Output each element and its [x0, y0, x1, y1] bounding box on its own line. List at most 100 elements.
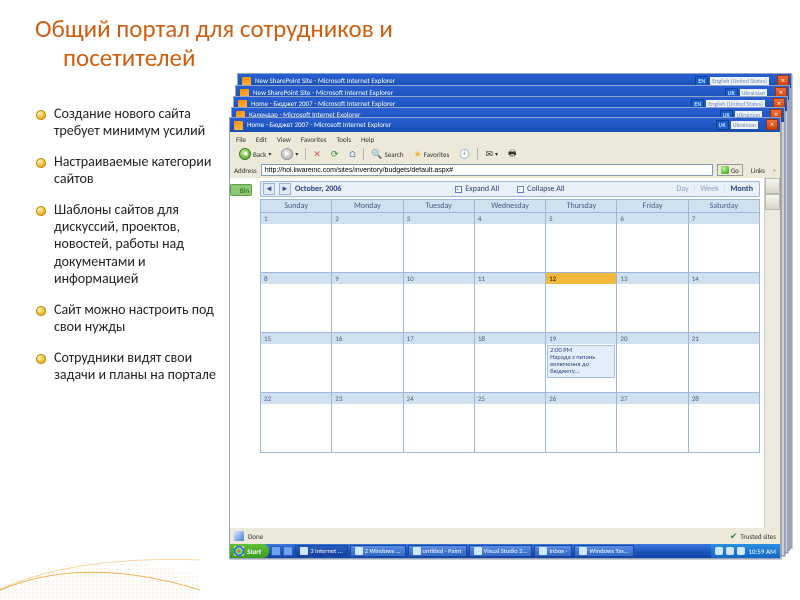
expand-all-button[interactable]: +Expand All: [455, 184, 499, 194]
calendar-header: Tuesday: [404, 199, 475, 213]
menu-item[interactable]: Favorites: [301, 135, 327, 144]
day-body: [332, 404, 402, 452]
favorites-button[interactable]: ★Favorites: [411, 149, 453, 160]
calendar-day[interactable]: 24: [404, 393, 475, 453]
menu-item[interactable]: Edit: [256, 135, 267, 144]
calendar-day[interactable]: 9: [332, 273, 403, 333]
calendar-day[interactable]: 16: [332, 333, 403, 393]
task-label: Windows Tas...: [589, 547, 628, 555]
calendar-day[interactable]: 21: [689, 333, 760, 393]
tray-icon[interactable]: [726, 547, 734, 555]
calendar-day[interactable]: 13: [617, 273, 688, 333]
calendar-day[interactable]: 5: [546, 213, 617, 273]
stop-button[interactable]: ✕: [310, 149, 324, 160]
bullet-icon: [36, 158, 46, 168]
day-number: 19: [546, 333, 616, 344]
day-number: 27: [617, 393, 687, 404]
day-number: 2: [332, 213, 402, 224]
back-button[interactable]: ◄Back▾: [236, 148, 274, 160]
taskbar-task[interactable]: Inbox -: [534, 545, 572, 557]
start-button[interactable]: Start: [230, 544, 269, 558]
calendar-day[interactable]: 1: [260, 213, 332, 273]
home-button[interactable]: ⌂: [345, 149, 359, 160]
calendar-day[interactable]: 15: [260, 333, 332, 393]
calendar-day[interactable]: 12: [546, 273, 617, 333]
tray-icon[interactable]: [737, 547, 745, 555]
calendar-day[interactable]: 25: [475, 393, 546, 453]
print-button[interactable]: 🖶: [505, 146, 520, 162]
calendar-day[interactable]: 192:00 PMНарада з питань включення до бю…: [546, 333, 617, 393]
close-icon[interactable]: ×: [766, 119, 778, 130]
calendar-day[interactable]: 23: [332, 393, 403, 453]
bullet-icon: [36, 110, 46, 120]
calendar-day[interactable]: 2: [332, 213, 403, 273]
next-month-button[interactable]: ►: [279, 183, 291, 195]
calendar-event[interactable]: 2:00 PMНарада з питань включення до бюдж…: [547, 345, 615, 378]
menu-item[interactable]: File: [236, 135, 246, 144]
history-button[interactable]: 🕘: [456, 149, 473, 160]
calendar-day[interactable]: 22: [260, 393, 332, 453]
calendar-day[interactable]: 20: [617, 333, 688, 393]
day-number: 6: [617, 213, 687, 224]
recycle-bin[interactable]: Bin: [230, 184, 252, 196]
calendar-day[interactable]: 26: [546, 393, 617, 453]
taskbar-task[interactable]: 2 Windows ...: [350, 545, 406, 557]
bullet-item: Настраиваемые категории сайтов: [36, 153, 221, 187]
taskbar-task[interactable]: untitled - Paint: [408, 545, 467, 557]
search-button[interactable]: 🔍Search: [368, 149, 406, 160]
view-day[interactable]: Day: [676, 184, 688, 194]
calendar-header: Monday: [332, 199, 403, 213]
day-number: 26: [546, 393, 616, 404]
calendar-day[interactable]: 14: [689, 273, 760, 333]
forward-button[interactable]: ►▾: [278, 148, 301, 160]
taskbar-task[interactable]: 3 Internet ...: [295, 545, 348, 557]
calendar-day[interactable]: 10: [404, 273, 475, 333]
links-label[interactable]: Links: [747, 166, 769, 175]
day-body: 2:00 PMНарада з питань включення до бюдж…: [546, 344, 616, 392]
day-number: 4: [475, 213, 545, 224]
refresh-button[interactable]: ⟳: [328, 149, 342, 160]
taskbar-task[interactable]: Windows Tas...: [574, 545, 633, 557]
day-body: [689, 224, 759, 272]
calendar-day[interactable]: 3: [404, 213, 475, 273]
menu-bar: File Edit View Favorites Tools Help: [230, 132, 780, 146]
calendar-day[interactable]: 11: [475, 273, 546, 333]
menu-item[interactable]: View: [277, 135, 291, 144]
view-week[interactable]: Week: [700, 184, 718, 194]
ql-icon[interactable]: [271, 546, 281, 556]
mail-button[interactable]: ✉▾: [482, 149, 501, 160]
ql-icon[interactable]: [283, 546, 293, 556]
prev-month-button[interactable]: ◄: [263, 183, 275, 195]
day-body: [404, 404, 474, 452]
day-body: [546, 284, 616, 332]
calendar-day[interactable]: 18: [475, 333, 546, 393]
taskbar-task[interactable]: Visual Studio 2...: [469, 545, 533, 557]
day-number: 12: [546, 273, 616, 284]
address-input[interactable]: [261, 164, 713, 176]
calendar-day[interactable]: 28: [689, 393, 760, 453]
bullet-item: Сотрудники видят свои задачи и планы на …: [36, 349, 221, 383]
calendar-day[interactable]: 27: [617, 393, 688, 453]
calendar: SundayMondayTuesdayWednesdayThursdayFrid…: [260, 199, 760, 526]
tray-icon[interactable]: [715, 547, 723, 555]
day-body: [261, 284, 331, 332]
lang-badge: UK: [716, 120, 729, 130]
day-body: [332, 344, 402, 392]
day-body: [617, 344, 687, 392]
calendar-day[interactable]: 17: [404, 333, 475, 393]
go-button[interactable]: Go: [717, 164, 743, 176]
view-month[interactable]: Month: [730, 184, 753, 194]
collapse-all-button[interactable]: −Collapse All: [517, 184, 564, 194]
calendar-day[interactable]: 7: [689, 213, 760, 273]
day-number: 20: [617, 333, 687, 344]
menu-item[interactable]: Tools: [337, 135, 352, 144]
day-body: [404, 224, 474, 272]
calendar-day[interactable]: 4: [475, 213, 546, 273]
day-body: [404, 284, 474, 332]
vertical-scrollbar[interactable]: [764, 178, 780, 528]
slide-title: Общий портал для сотрудников и посетител…: [35, 15, 393, 73]
menu-item[interactable]: Help: [361, 135, 374, 144]
calendar-day[interactable]: 6: [617, 213, 688, 273]
day-number: 13: [617, 273, 687, 284]
calendar-day[interactable]: 8: [260, 273, 332, 333]
